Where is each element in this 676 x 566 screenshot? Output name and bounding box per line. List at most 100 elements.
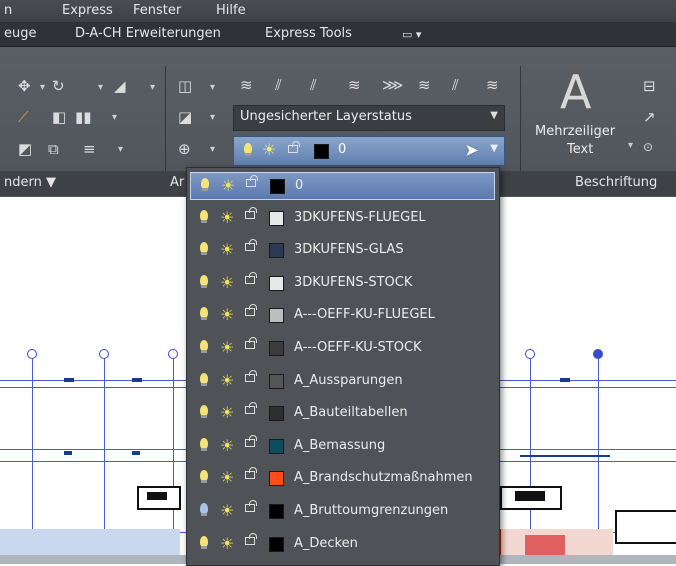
table-icon[interactable]: ⊙ — [643, 140, 653, 154]
panel-title-annotation[interactable]: Beschriftung — [575, 175, 657, 190]
tab-werkzeuge[interactable]: euge — [4, 26, 37, 41]
layer-list-item[interactable]: ☀ A_Brandschutzmaßnahmen — [190, 465, 495, 493]
layer-color-swatch[interactable] — [269, 210, 284, 226]
layer-list-item[interactable]: ☀ A_Bauteiltabellen — [190, 400, 495, 428]
sun-icon[interactable]: ☀ — [220, 534, 234, 554]
unlock-icon[interactable] — [245, 243, 255, 252]
layer-color-swatch[interactable] — [270, 179, 285, 194]
bulb-base — [201, 447, 207, 451]
rotate-icon[interactable]: ↻ — [52, 77, 65, 95]
menu-fenster[interactable]: Fenster — [133, 3, 181, 18]
bulb-base — [201, 252, 207, 256]
layer-color-swatch[interactable] — [269, 308, 284, 324]
sun-icon[interactable]: ☀ — [220, 240, 234, 260]
layer-color-swatch[interactable] — [269, 373, 284, 389]
stretch-icon[interactable]: ▮▮ — [75, 108, 92, 126]
wall-mark — [132, 378, 142, 382]
sun-icon[interactable]: ☀ — [220, 338, 234, 358]
unlock-icon[interactable] — [245, 536, 255, 545]
layer-color-swatch[interactable] — [269, 243, 284, 259]
tab-overflow-icon[interactable]: ▭ ▾ — [402, 28, 421, 41]
trim-icon[interactable]: ⟋ — [18, 108, 29, 126]
layer-tool-icon[interactable]: ≋ — [240, 76, 253, 94]
menu-item-partial[interactable]: n — [4, 3, 12, 18]
menu-express[interactable]: Express — [62, 3, 113, 18]
layer-tool-icon[interactable]: ≋ — [486, 76, 499, 94]
layer-properties-icon[interactable]: ◪ — [178, 108, 192, 126]
mirror-icon[interactable]: ◧ — [52, 108, 66, 126]
layer-color-swatch[interactable] — [269, 536, 284, 552]
unlock-icon[interactable] — [245, 210, 255, 219]
bulb-base — [245, 153, 251, 156]
layer-list-item[interactable]: ☀ 3DKUFENS-STOCK — [190, 270, 495, 298]
unlock-icon[interactable] — [246, 179, 256, 187]
layer-color-swatch[interactable] — [269, 275, 284, 291]
array-icon[interactable]: ⧉ — [48, 140, 59, 158]
move-icon[interactable]: ✥ — [18, 77, 31, 95]
sun-icon[interactable]: ☀ — [220, 468, 234, 488]
layer-tool-icon[interactable]: ⫽ — [310, 76, 317, 94]
sun-icon[interactable]: ☀ — [220, 273, 234, 293]
unlock-icon[interactable] — [245, 438, 255, 447]
layer-color-swatch[interactable] — [269, 341, 284, 356]
layer-color-swatch[interactable] — [269, 471, 284, 487]
layer-state-combo[interactable]: Ungesicherter Layerstatus ▼ — [233, 105, 505, 131]
layer-name: 3DKUFENS-FLUEGEL — [294, 209, 426, 225]
bulb-base — [201, 513, 207, 516]
multiline-text-icon[interactable]: A — [560, 68, 591, 116]
tab-express-tools[interactable]: Express Tools — [265, 26, 352, 41]
unlock-icon[interactable] — [245, 308, 255, 317]
layer-tool-icon[interactable]: ⫽ — [452, 76, 459, 94]
layer-list-item[interactable]: ☀ 3DKUFENS-FLUEGEL — [190, 205, 495, 233]
sun-icon[interactable]: ☀ — [221, 176, 235, 196]
menu-bar: n Express Fenster Hilfe — [0, 0, 676, 22]
block-icon[interactable]: ◫ — [178, 77, 192, 95]
layer-list-item[interactable]: ☀ A_Aussparungen — [190, 368, 495, 396]
multiline-text-label2[interactable]: Text — [567, 142, 593, 157]
sun-icon[interactable]: ☀ — [220, 403, 234, 423]
sun-icon[interactable]: ☀ — [220, 436, 234, 456]
dimension-icon[interactable]: ⊟ — [643, 77, 656, 95]
layer-dropdown-list[interactable]: ☀ 0 ☀ 3DKUFENS-FLUEGEL ☀ 3DKUFENS-GLAS ☀ 3DKUFE… — [186, 167, 500, 566]
sun-icon[interactable]: ☀ — [220, 501, 234, 521]
layer-list-item[interactable]: ☀ 3DKUFENS-GLAS — [190, 237, 495, 265]
layer-list-item[interactable]: ☀ 0 — [190, 172, 495, 200]
tab-dach-erweiterungen[interactable]: D-A-CH Erweiterungen — [75, 26, 221, 41]
leader-icon[interactable]: ↗ — [643, 108, 656, 126]
chevron-down-icon: ▾ — [210, 82, 216, 93]
layer-list-item[interactable]: ☀ A---OEFF-KU-FLUEGEL — [190, 302, 495, 330]
unlock-icon[interactable] — [245, 471, 255, 480]
menu-hilfe[interactable]: Hilfe — [216, 3, 246, 18]
layer-list-item[interactable]: ☀ A---OEFF-KU-STOCK — [190, 335, 495, 363]
chevron-down-icon: ▼ — [490, 110, 498, 121]
layer-tool-icon[interactable]: ≋ — [348, 76, 361, 94]
offset-icon[interactable]: ≡ — [83, 140, 96, 158]
fillet-icon[interactable]: ◢ — [114, 77, 126, 95]
unlock-icon[interactable] — [245, 406, 255, 415]
layer-color-swatch[interactable] — [269, 406, 284, 422]
layer-tool-icon[interactable]: ≋ — [418, 76, 431, 94]
panel-title-partial[interactable]: Ar — [170, 175, 184, 190]
layer-tool-icon[interactable]: ⫽ — [275, 76, 282, 94]
unlock-icon[interactable] — [245, 373, 255, 382]
scale-icon[interactable]: ◩ — [18, 140, 32, 158]
sun-icon[interactable]: ☀ — [220, 305, 234, 325]
sun-icon[interactable]: ☀ — [220, 371, 234, 391]
layer-list-item[interactable]: ☀ A_Bruttoumgrenzungen — [190, 498, 495, 526]
layer-color-swatch[interactable] — [269, 504, 284, 519]
panel-title-modify[interactable]: ndern ▼ — [4, 175, 56, 190]
layer-combo[interactable]: ☀ 0 ➤ ▼ — [233, 136, 505, 166]
zoom-icon[interactable]: ⊕ — [178, 140, 191, 158]
layer-tool-icon[interactable]: ⋙ — [382, 76, 403, 94]
unlock-icon[interactable] — [245, 341, 255, 349]
sun-icon[interactable]: ☀ — [220, 208, 234, 228]
panel-separator — [165, 66, 166, 171]
unlock-icon[interactable] — [245, 275, 255, 284]
unlock-icon[interactable] — [245, 504, 255, 512]
layer-name: 0 — [295, 178, 304, 193]
layer-list-item[interactable]: ☀ A_Decken — [190, 531, 495, 559]
layer-list-item[interactable]: ☀ A_Bemassung — [190, 433, 495, 461]
layer-color-swatch[interactable] — [269, 438, 284, 454]
multiline-text-label[interactable]: Mehrzeiliger — [535, 124, 615, 139]
bulb-base — [202, 188, 208, 191]
